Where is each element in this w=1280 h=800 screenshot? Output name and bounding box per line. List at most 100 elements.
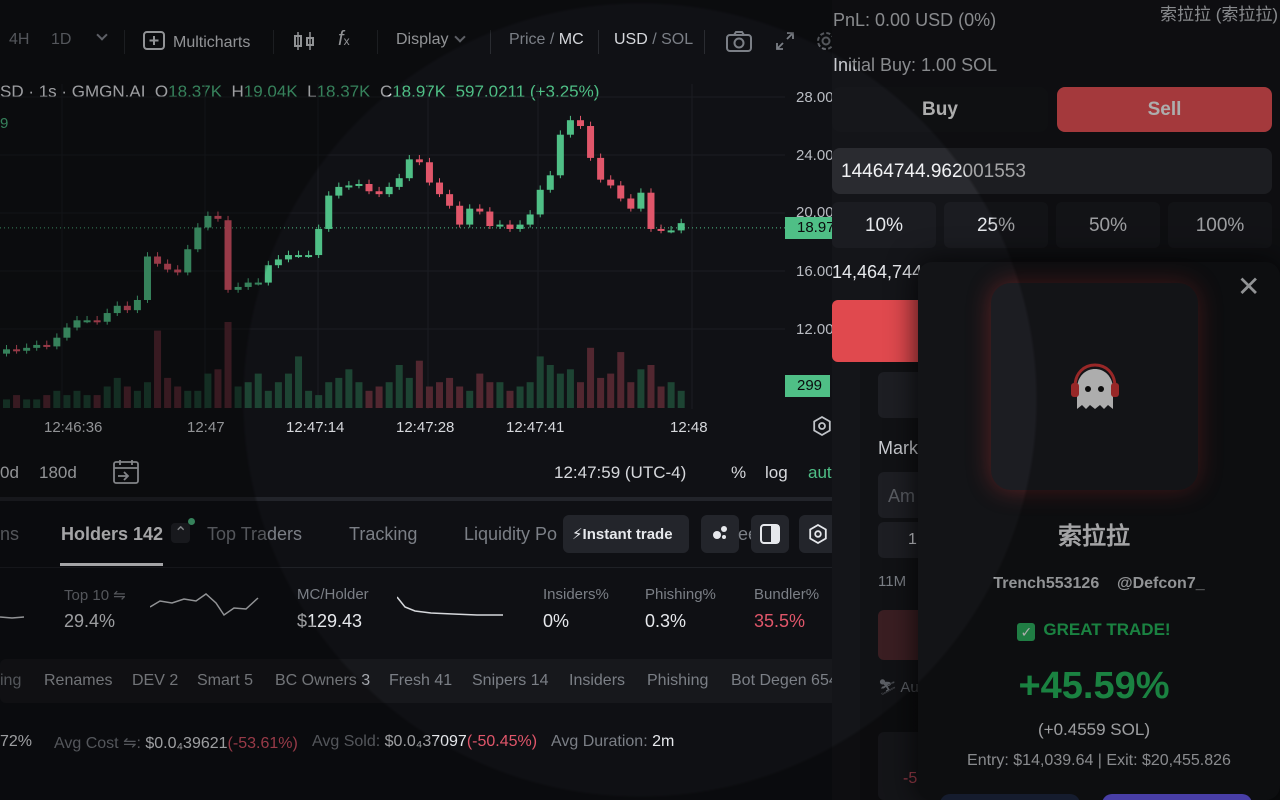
tab-transactions[interactable]: ns <box>0 524 19 545</box>
new-indicator-dot <box>188 518 195 525</box>
price-tick: 28.00 <box>796 89 834 106</box>
candle-body <box>536 189 544 215</box>
candle-body <box>587 126 595 158</box>
percent-100-button[interactable]: 100% <box>1168 202 1272 248</box>
candle-body <box>63 327 71 338</box>
candle-body <box>295 255 303 258</box>
chart-panel: 4H 1D Multicharts fx Display Price / MC … <box>0 0 860 497</box>
range-30d-button[interactable]: 0d <box>0 463 19 483</box>
candle-body <box>385 186 393 195</box>
card-username: 索拉拉 <box>1058 523 1130 550</box>
candle-body <box>365 184 373 192</box>
market-tab[interactable]: Mark <box>878 438 918 459</box>
close-icon[interactable]: ✕ <box>1237 270 1260 303</box>
tab-liquidity-pool[interactable]: Liquidity Po <box>464 524 557 545</box>
tab-tracking[interactable]: Tracking <box>349 524 417 545</box>
mc-option: MC <box>558 31 584 48</box>
auto-sell-icon: ⛷ <box>878 679 898 696</box>
volume-bar <box>677 390 685 408</box>
volume-bar <box>103 386 111 408</box>
swap-icon[interactable]: ⇋ <box>113 587 126 604</box>
auto-sell-toggle[interactable]: ⛷ Au <box>878 678 919 696</box>
volume-bar <box>204 373 212 408</box>
filter-chip[interactable]: DEV 2 <box>132 672 178 690</box>
filter-chip[interactable]: ing <box>0 672 21 690</box>
price-mc-toggle[interactable]: Price / MC <box>509 31 584 49</box>
percent-10-button[interactable]: 10% <box>832 202 936 248</box>
candle-body <box>486 211 494 227</box>
card-share-button[interactable] <box>1102 794 1252 800</box>
volume-bar <box>325 382 333 408</box>
avg-cost: Avg Cost ⇋: $0.0₄39621(-53.61%) <box>54 735 298 752</box>
candlestick-chart[interactable] <box>0 84 860 414</box>
candle-body <box>164 263 172 270</box>
candle-body <box>506 224 514 229</box>
panel-resize-handle[interactable] <box>0 497 860 501</box>
filter-chip[interactable]: Renames <box>44 672 112 690</box>
interval-4h-button[interactable]: 4H <box>9 31 29 49</box>
top10-value: 29.4% <box>64 611 116 631</box>
log-scale-button[interactable]: log <box>765 463 788 483</box>
volume-bar <box>194 390 202 408</box>
filter-chip[interactable]: Bot Degen 654 <box>731 672 838 690</box>
holders-collapse-icon[interactable]: ⌃ <box>171 523 191 543</box>
tab-holders[interactable]: Holders 142 <box>61 524 163 545</box>
volume-tag: 299 <box>785 375 830 397</box>
instant-trade-button[interactable]: ⚡Instant trade <box>563 515 689 553</box>
card-action-button[interactable] <box>940 794 1080 800</box>
sell-amount-input[interactable]: 14464744.962001553 <box>832 148 1272 194</box>
volume-bar <box>184 390 192 408</box>
candle-body <box>103 313 111 322</box>
interval-dropdown[interactable] <box>90 29 108 47</box>
candle-body <box>456 205 464 225</box>
tab-top-traders[interactable]: Top Traders <box>207 524 302 545</box>
volume-bar <box>536 356 544 408</box>
chart-settings-icon[interactable] <box>811 415 833 443</box>
toolbar-divider <box>124 30 125 54</box>
filter-chip[interactable]: Snipers 14 <box>472 672 549 690</box>
volume-bar <box>13 395 21 408</box>
layout-toggle-icon[interactable] <box>751 515 789 553</box>
goto-date-icon[interactable] <box>112 459 140 490</box>
interval-1d-button[interactable]: 1D <box>51 31 71 49</box>
percent-scale-button[interactable]: % <box>731 463 746 483</box>
percent-25-button[interactable]: 25% <box>944 202 1048 248</box>
top10-label-text: Top 10 <box>64 587 110 604</box>
candle-body <box>194 227 202 250</box>
bundler-value: 35.5% <box>754 611 806 631</box>
volume-bar <box>415 360 423 408</box>
auto-sell-label: Au <box>900 679 919 696</box>
indicators-icon[interactable]: fx <box>338 28 350 51</box>
mc-holder-sparkline <box>397 596 503 616</box>
sell-tab-button[interactable]: Sell <box>1057 87 1272 132</box>
swap-icon[interactable]: ⇋ <box>123 735 136 752</box>
filter-chip[interactable]: Phishing <box>647 672 708 690</box>
fullscreen-icon[interactable] <box>775 31 795 56</box>
filter-chip[interactable]: Fresh 41 <box>389 672 452 690</box>
chart-toolbar: 4H 1D Multicharts fx Display Price / MC … <box>0 0 860 86</box>
volume-bar <box>224 322 232 408</box>
display-dropdown[interactable]: Display <box>396 31 467 49</box>
confirm-sell-button[interactable] <box>832 300 932 362</box>
twitter-handle: @Defcon7_ <box>1117 575 1205 592</box>
buy-tab-button[interactable]: Buy <box>832 87 1048 132</box>
candle-body <box>375 191 383 195</box>
usd-sol-toggle[interactable]: USD / SOL <box>614 31 693 49</box>
volume-bar <box>637 369 645 408</box>
mc-holder-label: MC/Holder <box>297 586 369 603</box>
candle-type-icon[interactable] <box>293 30 315 57</box>
range-180d-button[interactable]: 180d <box>39 463 77 483</box>
volume-bar <box>43 395 51 408</box>
volume-bar <box>53 390 61 408</box>
bubble-map-icon[interactable] <box>701 515 739 553</box>
filter-chip[interactable]: Smart 5 <box>197 672 253 690</box>
volume-bar <box>83 395 91 408</box>
percent-50-button[interactable]: 50% <box>1056 202 1160 248</box>
balance-text: 11M <box>878 573 907 590</box>
filter-chip[interactable]: BC Owners 3 <box>275 672 370 690</box>
multicharts-button[interactable]: Multicharts <box>143 31 250 52</box>
initial-buy-text: Initial Buy: 1.00 SOL <box>833 55 998 75</box>
filter-chip[interactable]: Insiders <box>569 672 625 690</box>
volume-bar <box>284 373 292 408</box>
camera-icon[interactable] <box>726 30 752 57</box>
